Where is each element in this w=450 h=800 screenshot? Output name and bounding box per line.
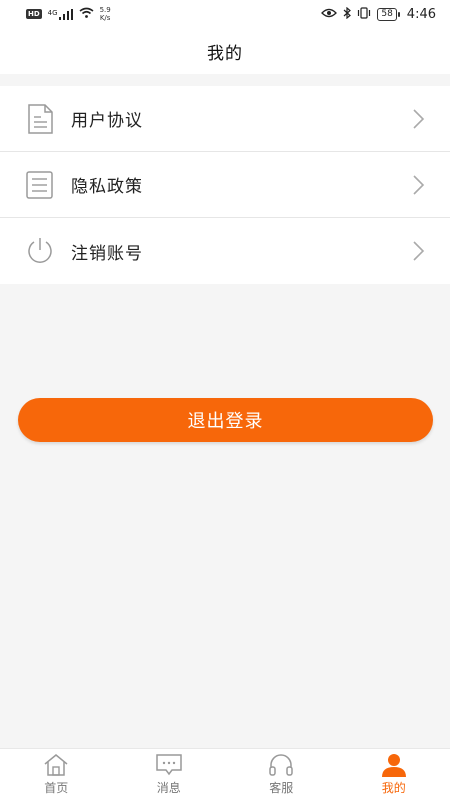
hd-badge: HD	[26, 9, 42, 19]
network-speed: 5.9 K/s	[100, 6, 111, 22]
status-left: HD 4G 5.9 K/s	[26, 6, 111, 22]
document-icon	[24, 103, 56, 135]
headset-icon	[267, 753, 295, 777]
status-bar: HD 4G 5.9 K/s 58 4:46	[0, 0, 450, 28]
nav-item-me[interactable]: 我的	[338, 749, 450, 800]
net-speed-unit: K/s	[99, 14, 111, 22]
battery-indicator: 58	[377, 7, 401, 21]
eye-icon	[321, 7, 338, 21]
nav-item-home[interactable]: 首页	[0, 749, 113, 800]
cellular-signal-icon: 4G	[47, 8, 73, 20]
nav-item-messages[interactable]: 消息	[113, 749, 226, 800]
nav-label: 首页	[44, 781, 69, 795]
page-title: 我的	[207, 43, 243, 64]
logout-button[interactable]: 退出登录	[18, 398, 433, 442]
bottom-navigation: 首页 消息 客服 我的	[0, 748, 450, 800]
person-icon	[380, 753, 408, 777]
menu-item-label: 注销账号	[71, 243, 143, 264]
clock: 4:46	[406, 6, 436, 22]
list-document-icon	[24, 169, 56, 201]
chevron-right-icon	[410, 240, 426, 262]
chevron-right-icon	[410, 174, 426, 196]
settings-menu: 用户协议 隐私政策 注销账号	[0, 86, 450, 284]
nav-label: 我的	[381, 781, 406, 795]
nav-item-customer-service[interactable]: 客服	[225, 749, 338, 800]
chevron-right-icon	[410, 108, 426, 130]
message-icon	[155, 753, 183, 777]
network-type-label: 4G	[47, 8, 58, 17]
vibrate-icon	[357, 6, 371, 22]
menu-item-user-agreement[interactable]: 用户协议	[0, 86, 450, 152]
home-icon	[42, 753, 70, 777]
page-header: 我的	[0, 28, 450, 74]
menu-item-label: 隐私政策	[71, 177, 143, 197]
nav-label: 客服	[269, 781, 294, 795]
power-icon	[24, 235, 56, 267]
bluetooth-icon	[343, 6, 352, 22]
menu-item-privacy-policy[interactable]: 隐私政策	[0, 152, 450, 218]
nav-label: 消息	[156, 781, 181, 795]
menu-item-delete-account[interactable]: 注销账号	[0, 218, 450, 284]
wifi-icon	[79, 7, 94, 21]
menu-item-label: 用户协议	[71, 111, 143, 131]
net-speed-value: 5.9	[99, 6, 111, 14]
status-right: 58 4:46	[321, 6, 436, 22]
